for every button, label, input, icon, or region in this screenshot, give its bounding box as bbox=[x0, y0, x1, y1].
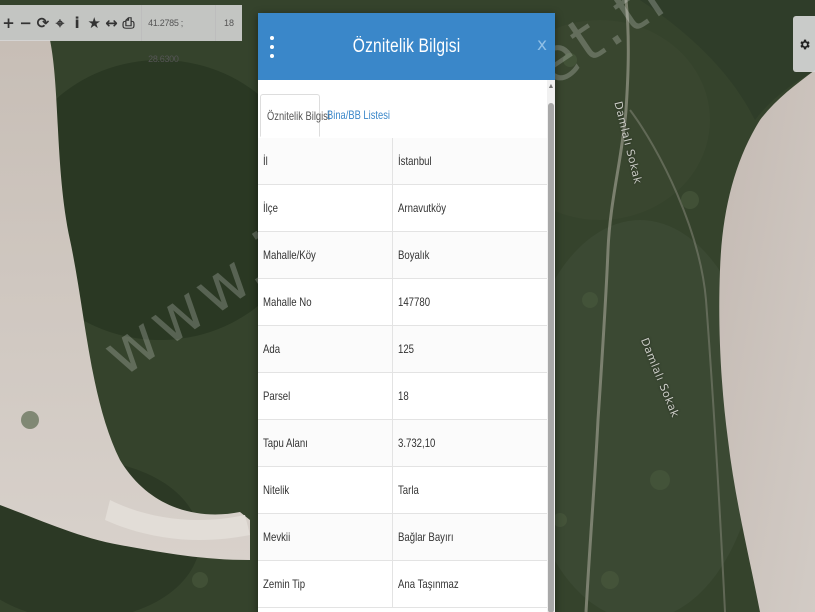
close-button[interactable]: x bbox=[537, 35, 547, 55]
attribute-value: Tarla bbox=[398, 483, 419, 497]
attribute-value: Bağlar Bayırı bbox=[398, 530, 454, 544]
ruler-icon: ↔ bbox=[105, 14, 118, 32]
attribute-key: Ada bbox=[258, 326, 393, 372]
table-row: Tapu Alanı 3.732,10 bbox=[258, 420, 547, 467]
attribute-key: Parsel bbox=[258, 373, 393, 419]
settings-button[interactable] bbox=[793, 16, 815, 72]
panel-header: Öznitelik Bilgisi x bbox=[258, 13, 555, 80]
map-toolbar: + − ⟳ ⌖ i ★ ↔ ⎙ 41.2785 ; 28.6300 18 bbox=[0, 5, 242, 64]
attribute-key: Mahalle/Köy bbox=[258, 232, 393, 278]
panel-tabs: Öznitelik Bilgisi Bina/BB Listesi bbox=[258, 80, 555, 138]
refresh-button[interactable]: ⟳ bbox=[34, 5, 51, 41]
attribute-value: İstanbul bbox=[398, 154, 432, 168]
attribute-value: 3.732,10 bbox=[398, 436, 436, 450]
table-row: Parsel 18 bbox=[258, 373, 547, 420]
tab-attributes[interactable]: Öznitelik Bilgisi bbox=[260, 94, 330, 137]
table-row: Mevkii Bağlar Bayırı bbox=[258, 514, 547, 561]
plus-icon: + bbox=[2, 14, 15, 32]
dot-icon bbox=[270, 36, 274, 40]
attribute-value: 147780 bbox=[398, 295, 431, 309]
panel-title: Öznitelik Bilgisi bbox=[352, 35, 461, 57]
table-row: İlçe Arnavutköy bbox=[258, 185, 547, 232]
attribute-key: Mevkii bbox=[258, 514, 393, 560]
minus-icon: − bbox=[19, 14, 32, 32]
print-button[interactable]: ⎙ bbox=[120, 5, 137, 41]
table-row: İl İstanbul bbox=[258, 138, 547, 185]
tab-label: Öznitelik Bilgisi bbox=[267, 109, 330, 123]
info-button[interactable]: i bbox=[69, 5, 86, 41]
attribute-value: 125 bbox=[398, 342, 415, 356]
attribute-value: Boyalık bbox=[398, 248, 430, 262]
table-row: Zemin Tip Ana Taşınmaz bbox=[258, 561, 547, 608]
attribute-key: Nitelik bbox=[258, 467, 393, 513]
crosshair-icon: ⌖ bbox=[55, 14, 65, 32]
attribute-key: Tapu Alanı bbox=[258, 420, 393, 466]
attribute-key: İlçe bbox=[258, 185, 393, 231]
measure-button[interactable]: ↔ bbox=[103, 5, 120, 41]
tab-building-list[interactable]: Bina/BB Listesi bbox=[327, 94, 408, 137]
zoom-in-button[interactable]: + bbox=[0, 5, 17, 41]
scroll-up-arrow-icon[interactable]: ▲ bbox=[547, 82, 555, 92]
attribute-table: İl İstanbul İlçe Arnavutköy Mahalle/Köy … bbox=[258, 138, 547, 608]
zoom-out-button[interactable]: − bbox=[17, 5, 34, 41]
locate-button[interactable]: ⌖ bbox=[51, 5, 68, 41]
coordinate-readout: 41.2785 ; 28.6300 bbox=[141, 5, 216, 64]
gear-icon bbox=[799, 39, 810, 49]
panel-scrollbar[interactable]: ▲ bbox=[547, 80, 555, 612]
menu-button[interactable] bbox=[267, 34, 277, 60]
attribute-panel: Öznitelik Bilgisi x Öznitelik Bilgisi Bi… bbox=[258, 13, 555, 612]
table-row: Ada 125 bbox=[258, 326, 547, 373]
info-icon: i bbox=[74, 14, 80, 32]
attribute-key: Mahalle No bbox=[258, 279, 393, 325]
attribute-value: 18 bbox=[398, 389, 409, 403]
attribute-value: Ana Taşınmaz bbox=[398, 577, 459, 591]
table-row: Mahalle/Köy Boyalık bbox=[258, 232, 547, 279]
refresh-icon: ⟳ bbox=[36, 14, 50, 32]
table-row: Nitelik Tarla bbox=[258, 467, 547, 514]
scrollbar-thumb[interactable] bbox=[548, 103, 554, 612]
dot-icon bbox=[270, 45, 274, 49]
favorite-button[interactable]: ★ bbox=[86, 5, 103, 41]
zoom-level: 18 bbox=[223, 18, 234, 28]
tab-label: Bina/BB Listesi bbox=[327, 108, 390, 122]
print-icon: ⎙ bbox=[122, 14, 135, 32]
attribute-key: Zemin Tip bbox=[258, 561, 393, 607]
star-icon: ★ bbox=[87, 14, 101, 32]
attribute-key: İl bbox=[258, 138, 393, 184]
attribute-value: Arnavutköy bbox=[398, 201, 447, 215]
dot-icon bbox=[270, 54, 274, 58]
table-row: Mahalle No 147780 bbox=[258, 279, 547, 326]
